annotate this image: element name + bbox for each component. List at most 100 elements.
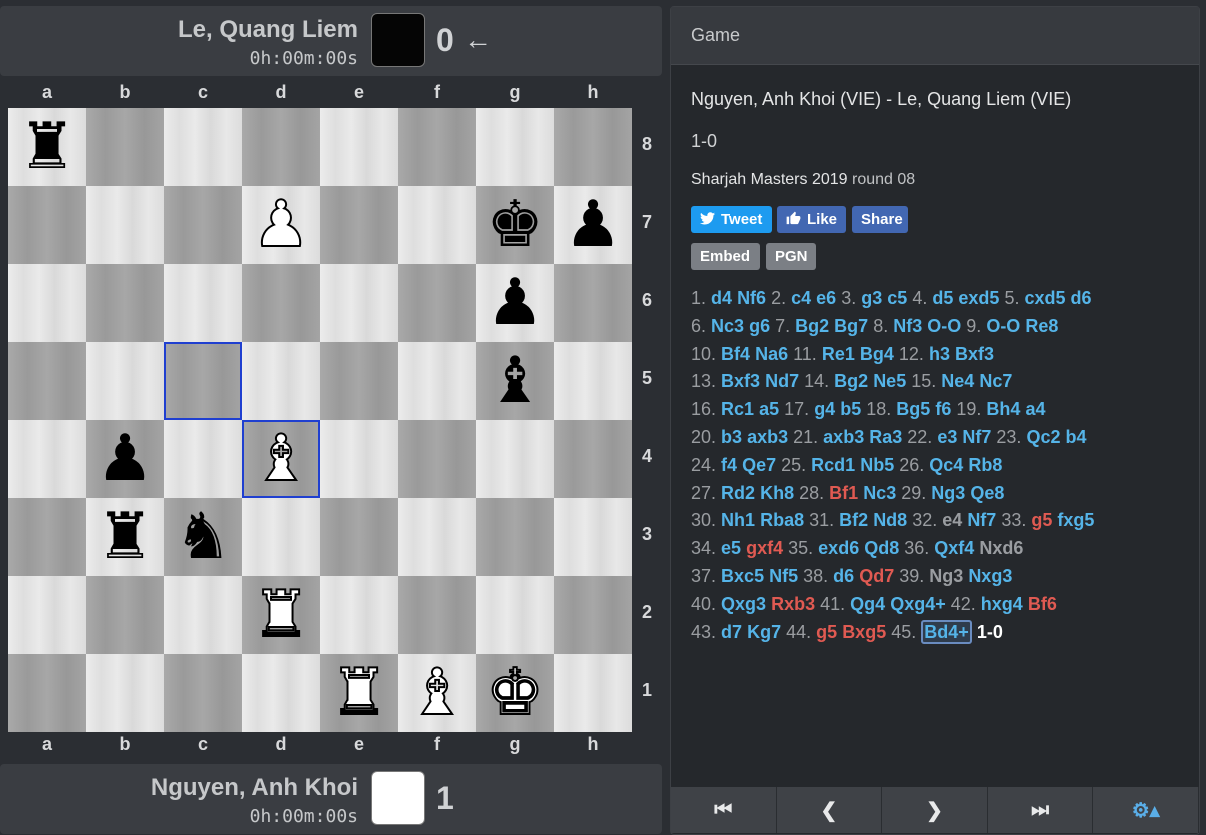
chess-board[interactable]: ♜ ♟ ♚ ♟ ♟ ♝ ♟ ♝ ♜ ♞ ♜ ♜ ♝ ♚ <box>8 108 632 732</box>
black-pawn-icon[interactable]: ♟ <box>476 264 554 342</box>
move[interactable]: Qxg3 <box>721 594 766 614</box>
move[interactable]: Nxd6 <box>979 538 1023 558</box>
move[interactable]: Nd8 <box>873 510 907 530</box>
move[interactable]: cxd5 <box>1024 288 1065 308</box>
square-b2[interactable] <box>86 576 164 654</box>
move[interactable]: b5 <box>840 399 861 419</box>
move[interactable]: Bxf3 <box>721 371 760 391</box>
move[interactable]: Rcd1 <box>811 455 855 475</box>
move[interactable]: Nf3 <box>893 316 922 336</box>
move[interactable]: Rba8 <box>760 510 804 530</box>
move[interactable]: Nh1 <box>721 510 755 530</box>
square-h6[interactable] <box>554 264 632 342</box>
square-e4[interactable] <box>320 420 398 498</box>
square-g3[interactable] <box>476 498 554 576</box>
white-bishop-icon[interactable]: ♝ <box>242 420 320 498</box>
move[interactable]: Ne5 <box>873 371 906 391</box>
move[interactable]: Nf5 <box>769 566 798 586</box>
move[interactable]: hxg4 <box>981 594 1023 614</box>
move[interactable]: Nf7 <box>962 427 991 447</box>
move[interactable]: Kg7 <box>747 622 781 642</box>
white-rook-icon[interactable]: ♜ <box>320 654 398 732</box>
square-b6[interactable] <box>86 264 164 342</box>
square-h2[interactable] <box>554 576 632 654</box>
square-a3[interactable] <box>8 498 86 576</box>
square-f2[interactable] <box>398 576 476 654</box>
move[interactable]: Bg2 <box>795 316 829 336</box>
white-pawn-icon[interactable]: ♟ <box>242 186 320 264</box>
move[interactable]: Qxg4+ <box>890 594 946 614</box>
move[interactable]: Nc3 <box>711 316 744 336</box>
move[interactable]: O-O <box>986 316 1020 336</box>
move[interactable]: Bf1 <box>829 483 858 503</box>
black-pawn-icon[interactable]: ♟ <box>86 420 164 498</box>
tweet-button[interactable]: Tweet <box>691 206 772 233</box>
square-d8[interactable] <box>242 108 320 186</box>
black-rook-icon[interactable]: ♜ <box>86 498 164 576</box>
move[interactable]: d4 <box>711 288 732 308</box>
square-g2[interactable] <box>476 576 554 654</box>
move[interactable]: Rc1 <box>721 399 754 419</box>
square-e5[interactable] <box>320 342 398 420</box>
move[interactable]: e3 <box>937 427 957 447</box>
move[interactable]: g5 <box>816 622 837 642</box>
square-c8[interactable] <box>164 108 242 186</box>
move[interactable]: Bg2 <box>834 371 868 391</box>
move[interactable]: Qg4 <box>850 594 885 614</box>
move[interactable]: c4 <box>791 288 811 308</box>
move[interactable]: Qd8 <box>864 538 899 558</box>
square-g4[interactable] <box>476 420 554 498</box>
move[interactable]: Nc7 <box>979 371 1012 391</box>
move[interactable]: Nb5 <box>860 455 894 475</box>
move[interactable]: fxg5 <box>1057 510 1094 530</box>
square-f7[interactable] <box>398 186 476 264</box>
first-move-button[interactable]: ⏮ <box>671 787 777 833</box>
move[interactable]: Ra3 <box>869 427 902 447</box>
move[interactable]: d5 <box>932 288 953 308</box>
move[interactable]: b3 <box>721 427 742 447</box>
square-f3[interactable] <box>398 498 476 576</box>
move[interactable]: Qc2 <box>1026 427 1060 447</box>
square-d5[interactable] <box>242 342 320 420</box>
square-c4[interactable] <box>164 420 242 498</box>
square-e2[interactable] <box>320 576 398 654</box>
move[interactable]: Bf6 <box>1028 594 1057 614</box>
move[interactable]: Ne4 <box>941 371 974 391</box>
move[interactable]: Bg4 <box>860 344 894 364</box>
move[interactable]: exd5 <box>958 288 999 308</box>
previous-move-button[interactable]: ❮ <box>776 787 883 833</box>
square-h1[interactable] <box>554 654 632 732</box>
move[interactable]: exd6 <box>818 538 859 558</box>
move[interactable]: Rd2 <box>721 483 755 503</box>
square-c7[interactable] <box>164 186 242 264</box>
square-a7[interactable] <box>8 186 86 264</box>
move[interactable]: Qe8 <box>970 483 1004 503</box>
move[interactable]: e6 <box>816 288 836 308</box>
move[interactable]: Bg7 <box>834 316 868 336</box>
black-pawn-icon[interactable]: ♟ <box>554 186 632 264</box>
square-f6[interactable] <box>398 264 476 342</box>
black-bishop-icon[interactable]: ♝ <box>476 342 554 420</box>
move[interactable]: Qe7 <box>742 455 776 475</box>
settings-button[interactable]: ⚙▴ <box>1093 787 1199 833</box>
square-c5[interactable] <box>164 342 242 420</box>
move[interactable]: Ng3 <box>929 566 963 586</box>
square-a5[interactable] <box>8 342 86 420</box>
move[interactable]: gxf4 <box>746 538 783 558</box>
move[interactable]: Rxb3 <box>771 594 815 614</box>
move[interactable]: Nd7 <box>765 371 799 391</box>
square-h8[interactable] <box>554 108 632 186</box>
square-c1[interactable] <box>164 654 242 732</box>
square-b8[interactable] <box>86 108 164 186</box>
move[interactable]: Re1 <box>822 344 855 364</box>
move[interactable]: g6 <box>749 316 770 336</box>
square-d1[interactable] <box>242 654 320 732</box>
move[interactable]: Kh8 <box>760 483 794 503</box>
square-e8[interactable] <box>320 108 398 186</box>
move[interactable]: axb3 <box>823 427 864 447</box>
square-f4[interactable] <box>398 420 476 498</box>
move[interactable]: axb3 <box>747 427 788 447</box>
square-f5[interactable] <box>398 342 476 420</box>
move[interactable]: Nf6 <box>737 288 766 308</box>
move[interactable]: d7 <box>721 622 742 642</box>
